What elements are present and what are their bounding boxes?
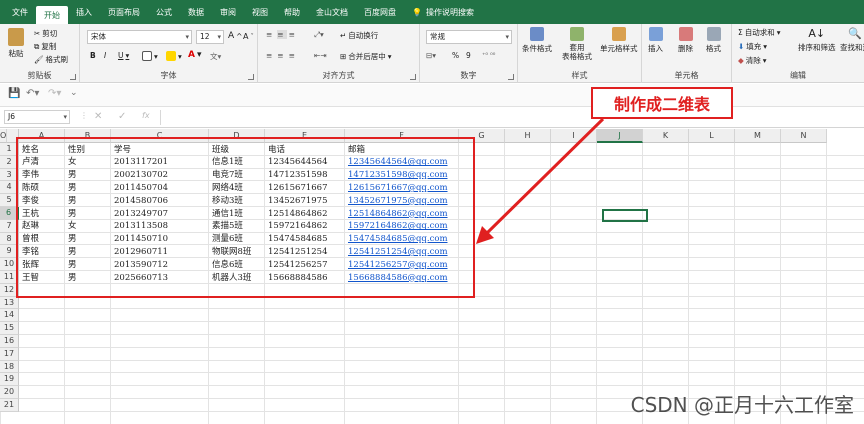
annotation-arrow — [476, 117, 605, 244]
annotation-callout: 制作成二维表 — [591, 87, 733, 119]
watermark: CSDN @正月十六工作室 — [630, 393, 854, 417]
